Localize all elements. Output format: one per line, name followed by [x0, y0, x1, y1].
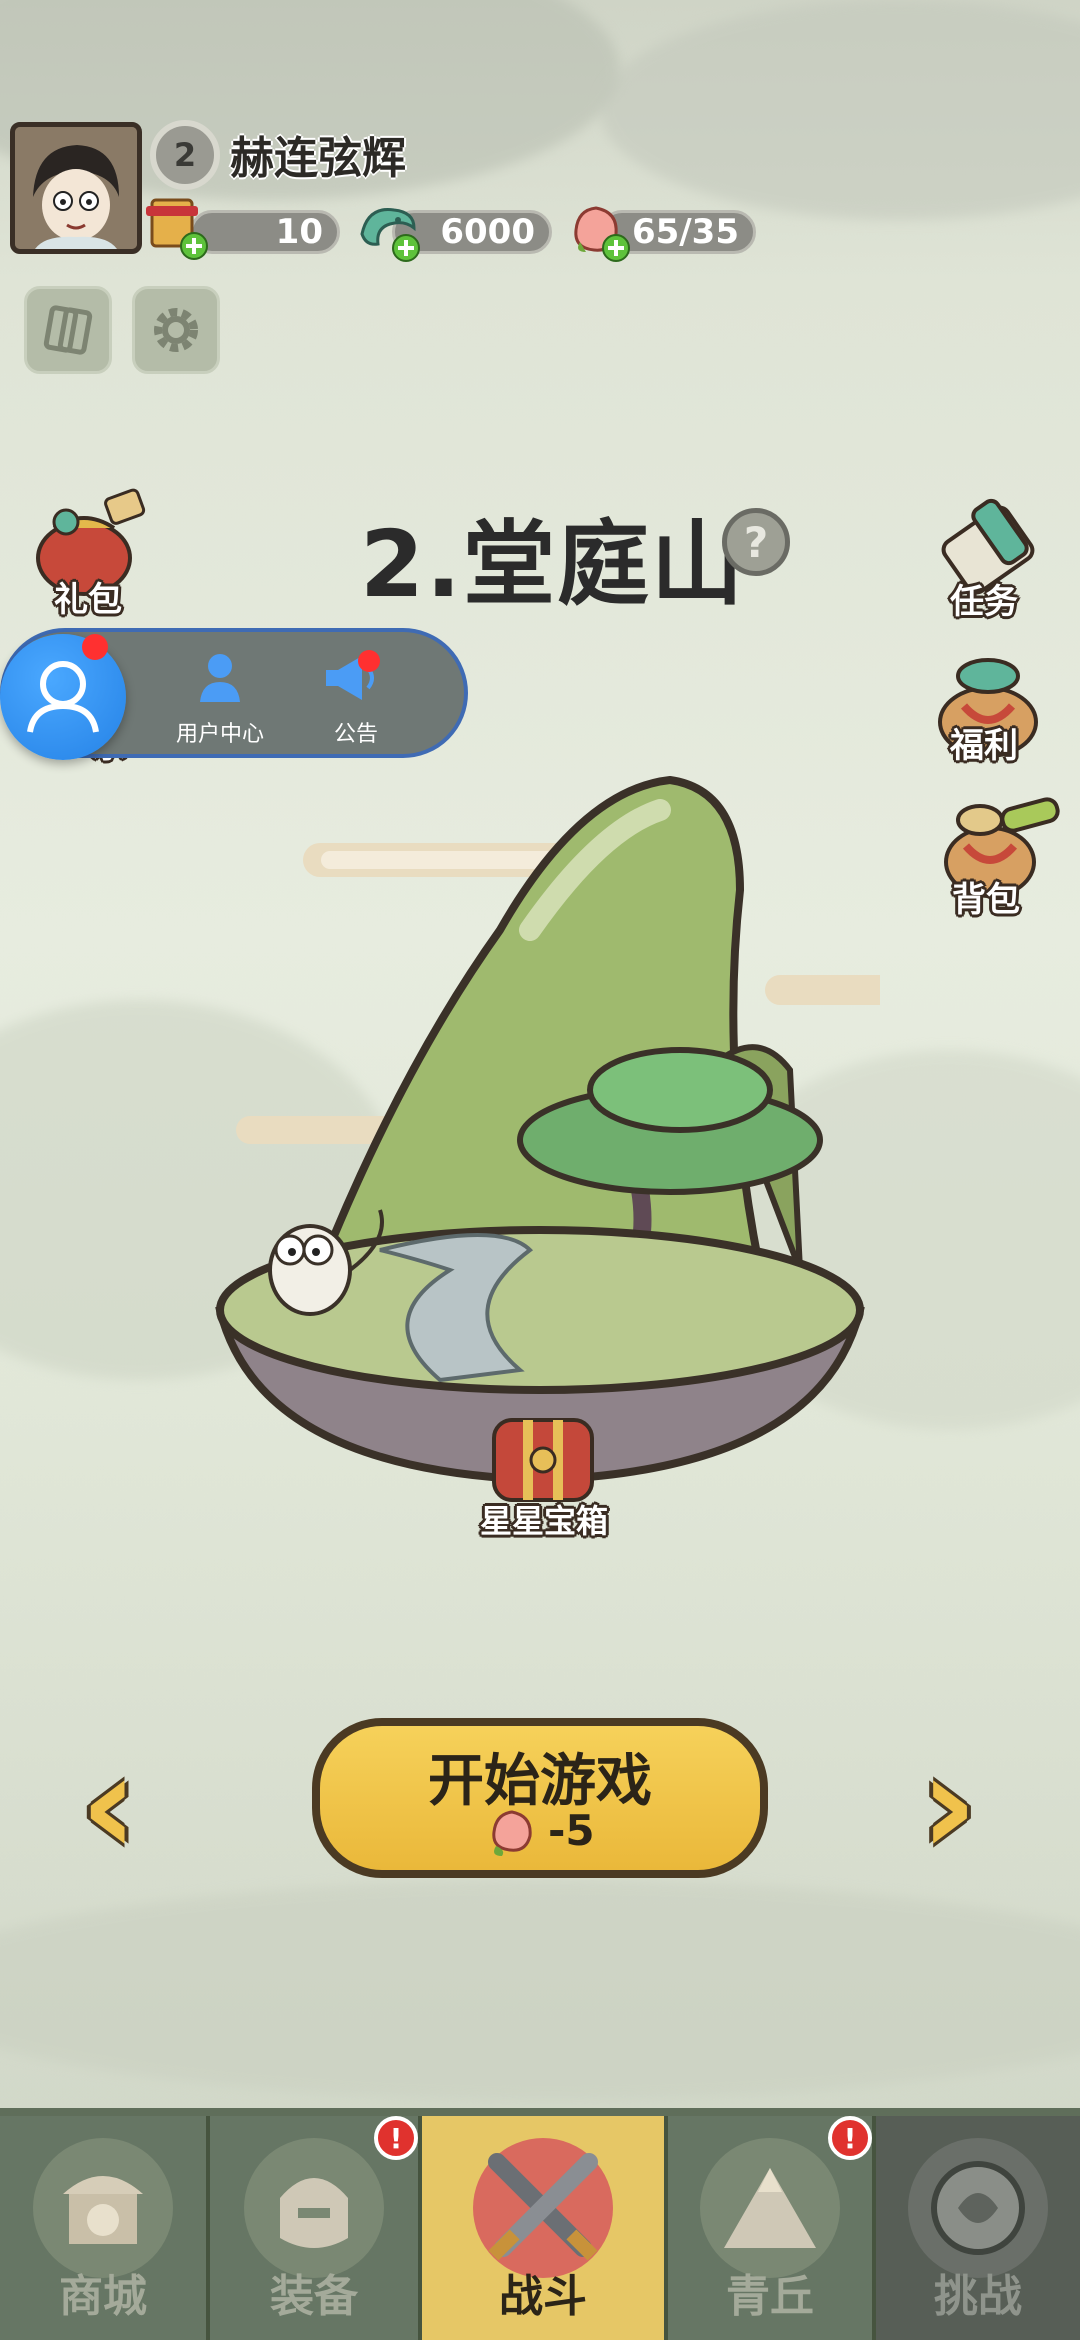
gift-label: 礼包 [54, 580, 122, 620]
gear-icon [154, 308, 198, 352]
player-name: 赫连弦辉 [230, 133, 406, 184]
tab-equipment-label: 装备 [270, 2271, 358, 2322]
tab-shop[interactable]: 商城 [0, 2116, 206, 2340]
peach-cost-icon [486, 1806, 540, 1860]
help-button[interactable]: ? [722, 508, 790, 576]
shop-icon [33, 2138, 173, 2278]
scroll-count: 10 [190, 210, 340, 254]
notice-label: 公告 [334, 722, 379, 747]
notice-notification-dot [358, 650, 380, 672]
tab-shop-label: 商城 [59, 2271, 147, 2322]
equipment-alert-badge: ! [374, 2116, 418, 2160]
settings-button[interactable] [132, 286, 220, 374]
welfare-button[interactable]: 福利 [924, 650, 1064, 780]
avatar-portrait-icon [15, 127, 137, 249]
player-level-badge: 2 [150, 120, 220, 190]
challenge-orb-icon [908, 2138, 1048, 2278]
mountain-icon [700, 2138, 840, 2278]
floating-user-button[interactable] [0, 634, 126, 760]
tab-qingqiu[interactable]: 青丘 ! [664, 2116, 872, 2340]
tab-battle-label: 战斗 [499, 2271, 587, 2322]
prev-stage-arrow[interactable]: ‹ [80, 1724, 138, 1887]
helmet-icon [244, 2138, 384, 2278]
tab-challenge-label: 挑战 [934, 2271, 1022, 2322]
start-game-label: 开始游戏 [428, 1749, 652, 1814]
tab-equipment[interactable]: 装备 ! [206, 2116, 418, 2340]
qingqiu-alert-badge: ! [828, 2116, 872, 2160]
treasure-chest-icon [492, 1418, 594, 1502]
task-label: 任务 [950, 582, 1018, 622]
crossed-swords-icon [473, 2138, 613, 2278]
star-chest-label: 星星宝箱 [480, 1502, 609, 1540]
gift-button[interactable]: 礼包 [24, 488, 154, 620]
tab-battle[interactable]: 战斗 [418, 2116, 664, 2340]
user-notification-dot [82, 634, 108, 660]
notice-button[interactable]: 公告 [310, 650, 390, 747]
start-cost-label: -5 [548, 1806, 595, 1855]
jade-dragon-add-icon[interactable] [354, 198, 428, 264]
welfare-label: 福利 [950, 726, 1018, 766]
user-center-button[interactable]: 用户中心 [170, 650, 270, 747]
cards-button[interactable] [24, 286, 112, 374]
peach-add-icon[interactable] [566, 198, 636, 264]
bag-button[interactable]: 背包 [930, 790, 1070, 920]
stage-title: 2.堂庭山 [360, 511, 745, 618]
bag-label: 背包 [952, 880, 1020, 920]
task-button[interactable]: 任务 [930, 490, 1060, 622]
tab-challenge[interactable]: 挑战 [872, 2116, 1080, 2340]
player-avatar[interactable] [10, 122, 142, 254]
tab-qingqiu-label: 青丘 [726, 2271, 814, 2322]
user-center-label: 用户中心 [176, 722, 265, 747]
cards-icon [43, 305, 93, 355]
user-outline-icon [27, 661, 99, 733]
scroll-add-icon[interactable] [142, 196, 212, 262]
star-chest-button[interactable] [488, 1410, 598, 1506]
next-stage-arrow[interactable]: › [920, 1724, 978, 1887]
user-center-icon [200, 654, 240, 702]
